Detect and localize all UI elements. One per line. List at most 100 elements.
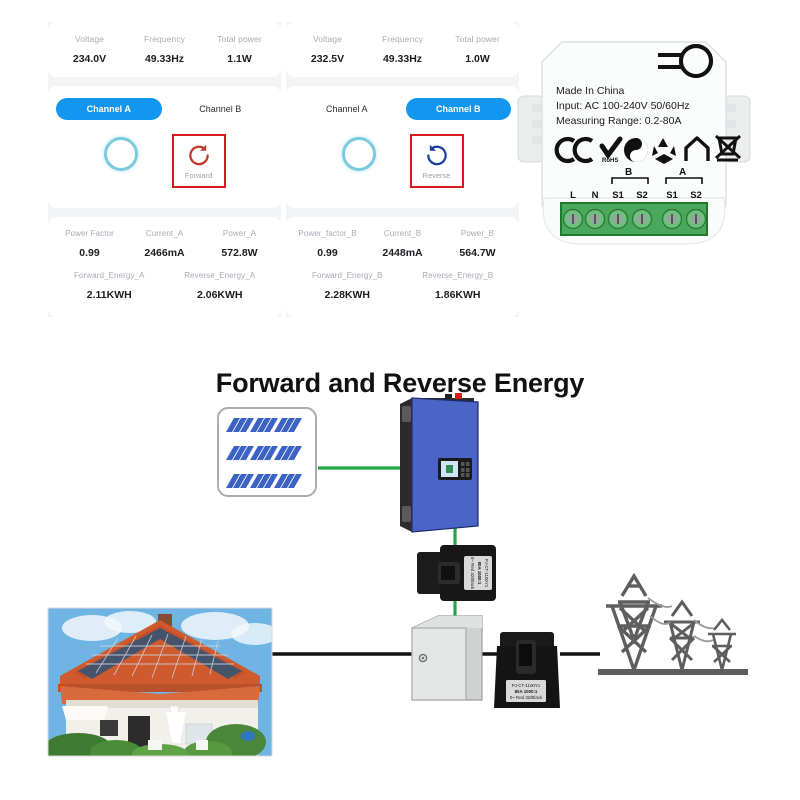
metric-value: 0.99	[317, 247, 338, 259]
svg-text:N: N	[592, 190, 599, 201]
metric-value: 49.33Hz	[382, 53, 423, 65]
reverse-rotate-icon	[426, 144, 447, 165]
panel-divider	[48, 208, 281, 217]
metric-value: 572.8W	[221, 247, 258, 259]
recycle-circle-icon	[624, 138, 648, 162]
svg-text:S1: S1	[666, 190, 678, 201]
metric-value: 1.1W	[227, 53, 252, 65]
secondary-metrics-card-a: Power Factor 0.99 Current_A 2466mA Power…	[48, 217, 281, 317]
svg-text:S1: S1	[612, 190, 624, 201]
svg-text:PJ-CT-1100Y1: PJ-CT-1100Y1	[512, 683, 541, 688]
metric-value: 2.28KWH	[324, 289, 370, 301]
svg-text:80A 1000:1: 80A 1000:1	[515, 689, 538, 694]
forward-direction-button[interactable]: Forward	[171, 134, 226, 188]
metric-frequency-b: Frequency 49.33Hz	[365, 34, 440, 65]
metrics-row-2-b: Forward_Energy_B 2.28KWH Reverse_Energy_…	[288, 261, 517, 313]
channel-tabs-card-a: Channel A Channel B Forward	[48, 86, 281, 208]
status-ring-icon	[103, 137, 138, 171]
metric-value: 2448mA	[382, 247, 423, 259]
metric-label: Total power	[217, 34, 262, 44]
metric-total-power-a: Total power 1.1W	[202, 34, 277, 65]
metric-voltage-b: Voltage 232.5V	[290, 34, 365, 65]
house-photo	[47, 607, 273, 757]
svg-text:S2: S2	[636, 190, 648, 201]
ct-clamp-upper-icon: PJ-CT-1100Y1 80A 1000:1 0~ Red 32/Black	[417, 545, 496, 601]
reverse-label: Reverse	[422, 170, 451, 180]
terminal-block	[560, 202, 708, 236]
metric-power-b: Power_B 564.7W	[440, 229, 515, 259]
svg-text:RoHS: RoHS	[602, 158, 618, 164]
metric-current-a: Current_A 2466mA	[127, 229, 202, 259]
energy-meter-module-photo: Made In China Input: AC 100-240V 50/60Hz…	[516, 28, 752, 264]
device-print-line-2: Input: AC 100-240V 50/60Hz	[556, 100, 690, 112]
metric-label: Power_A	[222, 229, 257, 238]
svg-text:0~ Red 32/Black: 0~ Red 32/Black	[510, 695, 543, 700]
metric-label: Reverse_Energy_B	[422, 271, 494, 280]
metric-label: Current_B	[383, 229, 422, 238]
power-grid-towers-icon	[598, 572, 748, 676]
metric-value: 1.86KWH	[434, 289, 481, 301]
distribution-box-icon	[411, 615, 483, 701]
inverter-icon	[400, 393, 479, 533]
metric-label: Current_A	[145, 229, 184, 238]
svg-text:S2: S2	[690, 190, 702, 201]
metric-value: 1.0W	[465, 53, 490, 65]
device-print-line-1: Made In China	[556, 85, 624, 97]
product-listing-image: Voltage 234.0V Frequency 49.33Hz Total p…	[0, 0, 800, 800]
metric-label: Forward_Energy_A	[73, 271, 145, 280]
svg-text:0~ Red 32/Black: 0~ Red 32/Black	[470, 557, 475, 590]
metric-value: 2466mA	[144, 247, 185, 259]
metric-total-power-b: Total power 1.0W	[440, 34, 515, 65]
metric-value: 2.11KWH	[86, 289, 132, 301]
metric-label: Total power	[455, 34, 500, 44]
metric-value: 2.06KWH	[196, 289, 243, 301]
metric-label: Power_factor_B	[298, 229, 357, 238]
metric-label: Forward_Energy_B	[311, 271, 383, 280]
reverse-direction-button[interactable]: Reverse	[409, 134, 464, 188]
channel-tabs: Channel A Channel B	[56, 98, 273, 120]
direction-row-a: Forward	[56, 120, 273, 204]
metric-power-factor-a: Power Factor 0.99	[52, 229, 127, 259]
metric-power-a: Power_A 572.8W	[202, 229, 277, 259]
metric-label: Voltage	[74, 34, 105, 44]
device-print-line-3: Measuring Range: 0.2-80A	[556, 115, 682, 127]
metric-reverse-energy-b: Reverse_Energy_B 1.86KWH	[403, 271, 514, 301]
svg-text:80A 1000:1: 80A 1000:1	[477, 562, 482, 585]
group-label-b: B	[625, 167, 632, 178]
channel-tabs-card-b: Channel A Channel B Reverse	[286, 86, 519, 208]
metric-value: 564.7W	[459, 247, 496, 259]
metric-value: 0.99	[79, 247, 100, 259]
tab-channel-b[interactable]: Channel B	[405, 98, 511, 120]
channel-tabs: Channel A Channel B	[294, 98, 511, 120]
panel-divider	[286, 208, 519, 217]
panel-divider	[48, 77, 281, 86]
metric-label: Reverse_Energy_A	[184, 271, 256, 280]
metric-voltage-a: Voltage 234.0V	[52, 34, 127, 65]
metric-current-b: Current_B 2448mA	[365, 229, 440, 259]
metric-value: 232.5V	[310, 53, 345, 65]
forward-rotate-icon	[188, 144, 209, 165]
solar-panel-icon	[217, 407, 317, 497]
metric-label: Frequency	[143, 34, 186, 44]
metric-label: Voltage	[312, 34, 343, 44]
energy-flow-diagram: Forward and Reverse Energy PJ-CT-1100Y1 …	[0, 340, 800, 800]
app-screenshots-section: Voltage 234.0V Frequency 49.33Hz Total p…	[0, 0, 800, 340]
direction-row-b: Reverse	[294, 120, 511, 204]
svg-text:L: L	[570, 190, 576, 201]
group-label-a: A	[679, 167, 686, 178]
svg-text:PJ-CT-1100Y1: PJ-CT-1100Y1	[484, 559, 489, 588]
metric-value: 49.33Hz	[144, 53, 185, 65]
metric-power-factor-b: Power_factor_B 0.99	[290, 229, 365, 259]
tab-channel-b[interactable]: Channel B	[168, 98, 274, 120]
metrics-row-2-a: Forward_Energy_A 2.11KWH Reverse_Energy_…	[50, 261, 279, 313]
channel-a-panel: Voltage 234.0V Frequency 49.33Hz Total p…	[48, 22, 281, 317]
secondary-metrics-card-b: Power_factor_B 0.99 Current_B 2448mA Pow…	[286, 217, 519, 317]
metric-label: Power_B	[460, 229, 495, 238]
ct-clamp-lower-icon: PJ-CT-1100Y1 80A 1000:1 0~ Red 32/Black	[494, 632, 560, 708]
status-ring-icon	[341, 137, 376, 171]
tab-channel-a[interactable]: Channel A	[56, 98, 162, 120]
metric-label: Power Factor	[65, 229, 114, 238]
metric-reverse-energy-a: Reverse_Energy_A 2.06KWH	[165, 271, 276, 301]
tab-channel-a[interactable]: Channel A	[294, 98, 400, 120]
metric-forward-energy-a: Forward_Energy_A 2.11KWH	[54, 271, 165, 301]
